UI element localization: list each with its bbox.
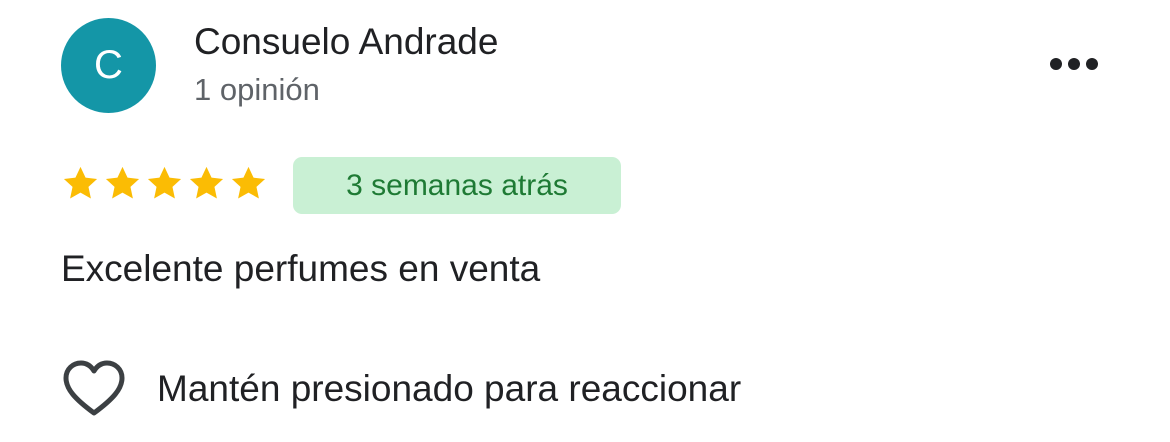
review-text: Excelente perfumes en venta bbox=[61, 248, 541, 289]
avatar-initial: C bbox=[94, 43, 123, 87]
reviewer-name[interactable]: Consuelo Andrade bbox=[194, 20, 498, 64]
star-icon bbox=[147, 166, 182, 199]
more-options-button[interactable] bbox=[1042, 46, 1106, 82]
heart-outline-icon bbox=[63, 360, 125, 416]
react-label: Mantén presionado para reaccionar bbox=[157, 368, 742, 409]
review-date-label: 3 semanas atrás bbox=[346, 168, 568, 202]
reviewer-review-count: 1 opinión bbox=[194, 72, 320, 107]
star-icon bbox=[189, 166, 224, 199]
star-icon bbox=[63, 166, 98, 199]
react-button[interactable]: Mantén presionado para reaccionar bbox=[61, 356, 741, 422]
star-icon bbox=[105, 166, 140, 199]
star-icon bbox=[231, 166, 266, 199]
more-horizontal-icon bbox=[1050, 58, 1098, 70]
avatar[interactable]: C bbox=[61, 18, 156, 113]
star-rating bbox=[61, 164, 268, 203]
review-date-badge: 3 semanas atrás bbox=[293, 157, 621, 214]
